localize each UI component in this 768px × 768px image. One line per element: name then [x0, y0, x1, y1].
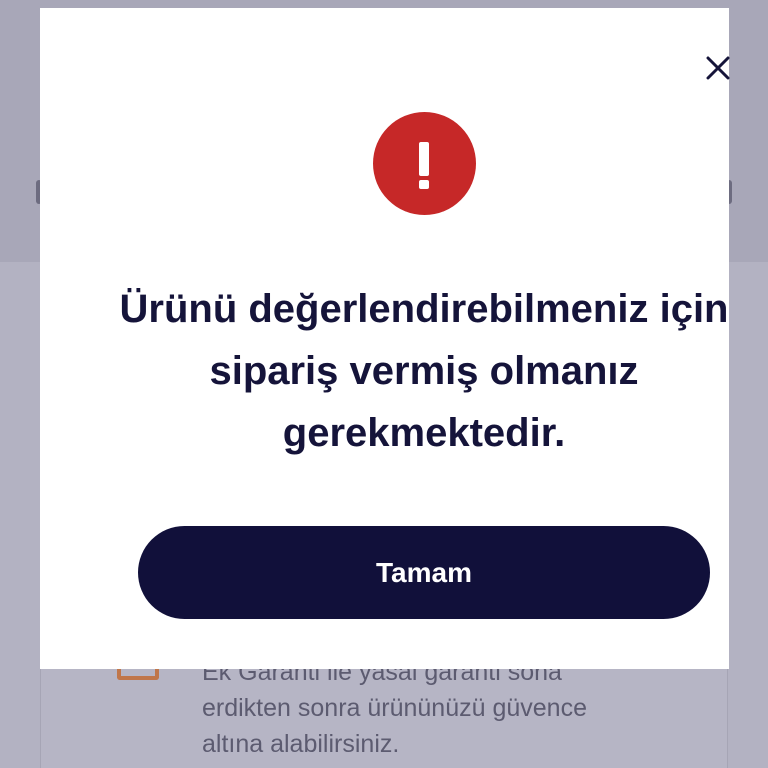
- close-button[interactable]: [700, 50, 736, 86]
- warranty-text-line: erdikten sonra ürününüzü güvence: [202, 694, 587, 722]
- close-icon: [706, 56, 730, 80]
- alert-dialog: Ürünü değerlendirebilmeniz için sipariş …: [40, 8, 730, 669]
- exclamation-dot: [419, 180, 429, 189]
- dialog-message: Ürünü değerlendirebilmeniz için sipariş …: [119, 287, 729, 455]
- warranty-description: Ek Garanti ile yasal garanti sona erdikt…: [202, 654, 682, 762]
- exclamation-bar: [419, 142, 429, 176]
- ok-button[interactable]: Tamam: [138, 526, 710, 619]
- exclamation-circle-icon: [373, 112, 476, 215]
- warranty-text-line: altına alabilirsiniz.: [202, 730, 400, 758]
